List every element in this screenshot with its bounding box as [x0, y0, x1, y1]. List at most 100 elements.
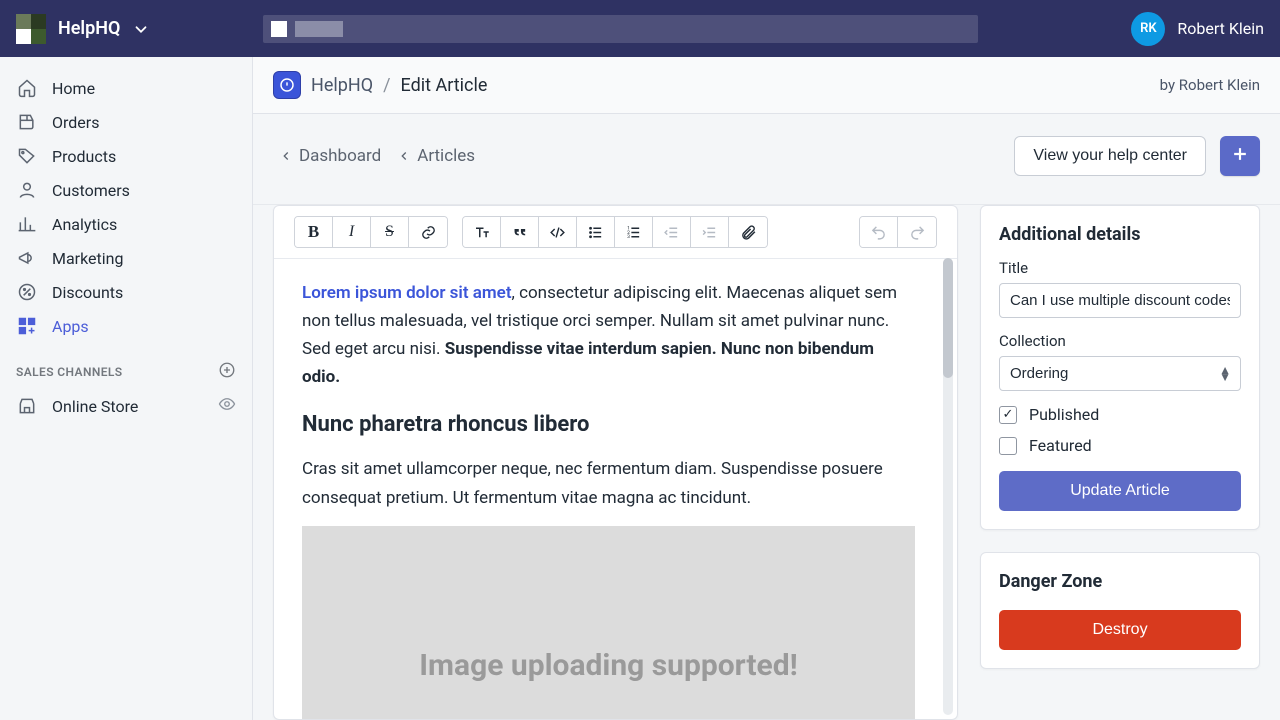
nav-discounts[interactable]: Discounts — [0, 275, 252, 309]
select-caret-icon: ▲▼ — [1219, 367, 1231, 381]
redo-button[interactable] — [898, 217, 936, 247]
title-input[interactable] — [999, 283, 1241, 318]
channel-label: Online Store — [52, 397, 138, 416]
editor-toolbar: B I S — [274, 206, 957, 259]
svg-text:3: 3 — [627, 234, 630, 240]
add-channel-icon[interactable] — [218, 361, 236, 382]
app-title[interactable]: HelpHQ — [58, 18, 120, 39]
tb-group-history — [859, 216, 937, 248]
byline: by Robert Klein — [1160, 76, 1260, 94]
strike-button[interactable]: S — [371, 217, 409, 247]
nav-marketing[interactable]: Marketing — [0, 241, 252, 275]
details-title: Additional details — [999, 224, 1241, 245]
crumb-app[interactable]: HelpHQ — [311, 75, 373, 96]
app-badge-icon — [273, 71, 301, 99]
editor-paragraph: Cras sit amet ullamcorper neque, nec fer… — [302, 455, 915, 511]
link-button[interactable] — [409, 217, 447, 247]
ul-button[interactable] — [577, 217, 615, 247]
side-column: Additional details Title Collection ▲▼ P… — [980, 205, 1260, 720]
text-size-button[interactable] — [463, 217, 501, 247]
collection-label: Collection — [999, 332, 1241, 350]
crumb-page: Edit Article — [401, 75, 488, 96]
featured-row[interactable]: Featured — [999, 436, 1241, 455]
editor-body[interactable]: Lorem ipsum dolor sit amet, consectetur … — [274, 259, 957, 719]
nav-label: Apps — [52, 317, 89, 336]
nav-products[interactable]: Products — [0, 139, 252, 173]
outdent-button[interactable] — [653, 217, 691, 247]
discount-icon — [16, 282, 38, 302]
topbar-left: HelpHQ — [16, 14, 253, 44]
nav-apps[interactable]: Apps — [0, 309, 252, 343]
nav-label: Analytics — [52, 215, 117, 234]
plus-icon — [1230, 144, 1250, 168]
bold-button[interactable]: B — [295, 217, 333, 247]
crumb-sep: / — [383, 75, 390, 96]
attach-button[interactable] — [729, 217, 767, 247]
nav-orders[interactable]: Orders — [0, 105, 252, 139]
details-panel: Additional details Title Collection ▲▼ P… — [980, 205, 1260, 530]
user-name[interactable]: Robert Klein — [1177, 19, 1264, 38]
chart-icon — [16, 214, 38, 234]
featured-checkbox[interactable] — [999, 437, 1017, 455]
undo-button[interactable] — [860, 217, 898, 247]
published-label: Published — [1029, 405, 1099, 424]
sidebar: Home Orders Products Customers Analytics — [0, 57, 253, 720]
ol-button[interactable]: 123 — [615, 217, 653, 247]
megaphone-icon — [16, 248, 38, 268]
section-label: SALES CHANNELS — [16, 365, 123, 379]
nav-label: Customers — [52, 181, 130, 200]
featured-label: Featured — [1029, 436, 1092, 455]
published-row[interactable]: Published — [999, 405, 1241, 424]
page-header: HelpHQ / Edit Article by Robert Klein — [253, 57, 1280, 114]
nav-analytics[interactable]: Analytics — [0, 207, 252, 241]
main: HelpHQ / Edit Article by Robert Klein Da… — [253, 57, 1280, 720]
nav-label: Home — [52, 79, 95, 98]
store-icon — [16, 396, 38, 416]
image-placeholder: Image uploading supported! — [302, 526, 915, 719]
collection-select[interactable]: ▲▼ — [999, 356, 1241, 391]
view-help-center-button[interactable]: View your help center — [1014, 136, 1206, 176]
center-strip — [263, 15, 978, 43]
editor-link[interactable]: Lorem ipsum dolor sit amet — [302, 283, 512, 303]
add-button[interactable] — [1220, 136, 1260, 176]
store-logo — [16, 14, 46, 44]
editor-card: B I S — [273, 205, 958, 720]
topbar: HelpHQ RK Robert Klein — [0, 0, 1280, 57]
channel-online-store[interactable]: Online Store — [0, 388, 252, 424]
topbar-right[interactable]: RK Robert Klein — [1131, 12, 1264, 46]
scroll-thumb[interactable] — [943, 258, 953, 378]
indent-button[interactable] — [691, 217, 729, 247]
title-label: Title — [999, 259, 1241, 277]
topbar-center — [253, 15, 1131, 43]
italic-button[interactable]: I — [333, 217, 371, 247]
breadcrumb-dashboard[interactable]: Dashboard — [273, 144, 387, 168]
orders-icon — [16, 112, 38, 132]
avatar[interactable]: RK — [1131, 12, 1165, 46]
update-article-button[interactable]: Update Article — [999, 471, 1241, 511]
code-button[interactable] — [539, 217, 577, 247]
nav-label: Orders — [52, 113, 99, 132]
tb-group-format: B I S — [294, 216, 448, 248]
home-icon — [16, 78, 38, 98]
toolbar-row: Dashboard Articles View your help center — [253, 114, 1280, 205]
sales-channels-header: SALES CHANNELS — [0, 343, 252, 388]
published-checkbox[interactable] — [999, 406, 1017, 424]
nav-customers[interactable]: Customers — [0, 173, 252, 207]
quote-button[interactable] — [501, 217, 539, 247]
chevron-down-icon[interactable] — [132, 20, 150, 38]
nav-home[interactable]: Home — [0, 71, 252, 105]
tb-group-block: 123 — [462, 216, 768, 248]
chevron-left-icon — [279, 149, 293, 163]
eye-icon[interactable] — [218, 395, 236, 417]
nav-label: Products — [52, 147, 116, 166]
chevron-left-icon — [397, 149, 411, 163]
destroy-button[interactable]: Destroy — [999, 610, 1241, 650]
tag-icon — [16, 146, 38, 166]
nav-label: Discounts — [52, 283, 123, 302]
apps-icon — [16, 316, 38, 336]
danger-title: Danger Zone — [999, 571, 1241, 592]
nav-label: Marketing — [52, 249, 123, 268]
breadcrumb-articles[interactable]: Articles — [391, 144, 481, 168]
collection-value[interactable] — [999, 356, 1241, 391]
editor-heading: Nunc pharetra rhoncus libero — [302, 407, 915, 443]
